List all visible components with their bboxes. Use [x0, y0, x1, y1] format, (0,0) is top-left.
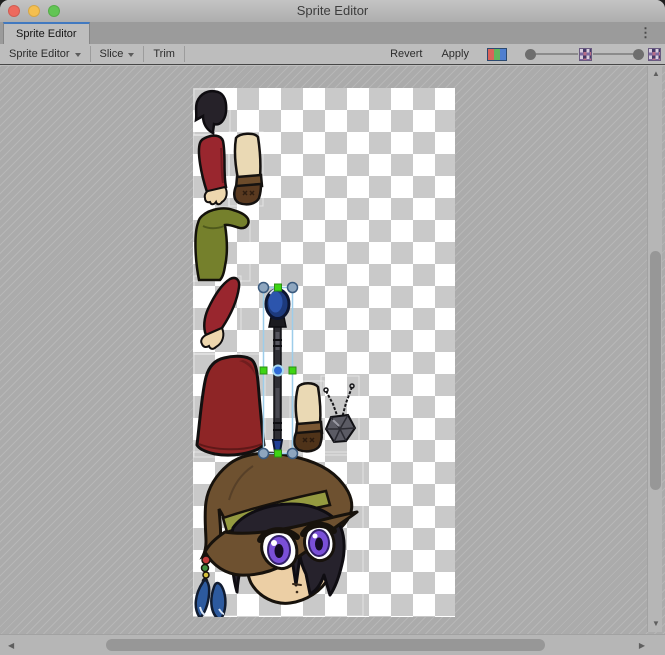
toolbar-right-group: Revert Apply	[380, 44, 665, 64]
chevron-down-icon	[75, 53, 81, 57]
mip-level-small-icon	[579, 48, 592, 61]
sprite-editor-mode-menu[interactable]: Sprite Editor	[0, 44, 90, 64]
sprite-boot-left[interactable]	[234, 134, 262, 205]
apply-label: Apply	[441, 48, 469, 60]
corner-resize-handle[interactable]	[288, 449, 298, 459]
rgb-channels-toggle-button[interactable]	[487, 48, 507, 61]
titlebar: Sprite Editor	[0, 0, 665, 22]
window-title: Sprite Editor	[0, 0, 665, 22]
scroll-down-icon[interactable]: ▼	[652, 620, 660, 628]
sprite-boot-right[interactable]	[294, 383, 322, 451]
texture-view[interactable]	[193, 88, 455, 617]
edge-resize-handle[interactable]	[289, 367, 296, 374]
sprite-skirt[interactable]	[197, 356, 264, 455]
slice-menu[interactable]: Slice	[91, 44, 144, 64]
revert-label: Revert	[390, 48, 422, 60]
sprite-editor-mode-label: Sprite Editor	[9, 48, 70, 60]
sprite-arm-sleeve-left[interactable]	[199, 136, 227, 205]
revert-button[interactable]: Revert	[381, 48, 431, 60]
sprite-amulet[interactable]	[324, 384, 355, 442]
mip-level-large-icon	[648, 48, 661, 61]
corner-resize-handle[interactable]	[259, 449, 269, 459]
overflow-menu-icon[interactable]: ⋮	[639, 24, 652, 42]
zoom-button-icon[interactable]	[48, 5, 60, 17]
sprite-editor-window: Sprite Editor Sprite Editor ⋮ Sprite Edi…	[0, 0, 665, 655]
vertical-scrollbar-thumb[interactable]	[650, 251, 661, 491]
scroll-up-icon[interactable]: ▲	[652, 70, 660, 78]
horizontal-scrollbar-thumb[interactable]	[106, 639, 546, 651]
mip-slider-track[interactable]	[593, 53, 633, 55]
tab-sprite-editor[interactable]: Sprite Editor	[3, 22, 90, 44]
zoom-and-mip-sliders	[525, 48, 662, 61]
sprite-arm-sleeve-right[interactable]	[201, 278, 239, 349]
horizontal-scrollbar[interactable]: ◀ ▶	[0, 634, 665, 655]
sprite-editor-canvas[interactable]: ▲ ▼ ◀ ▶	[0, 66, 665, 655]
vertical-scrollbar[interactable]: ▲ ▼	[647, 66, 662, 632]
zoom-slider-track[interactable]	[536, 53, 578, 55]
tab-label: Sprite Editor	[16, 28, 77, 40]
scroll-left-icon[interactable]: ◀	[8, 642, 14, 650]
pivot-handle[interactable]	[273, 366, 283, 376]
corner-resize-handle[interactable]	[259, 283, 269, 293]
scroll-right-icon[interactable]: ▶	[639, 642, 645, 650]
slice-label: Slice	[100, 48, 124, 60]
trim-button[interactable]: Trim	[144, 44, 184, 64]
right-eye	[303, 525, 334, 561]
apply-button[interactable]: Apply	[432, 48, 478, 60]
sprite-scarf[interactable]	[195, 208, 248, 280]
close-button-icon[interactable]	[8, 5, 20, 17]
sprite-hair-tuft[interactable]	[196, 91, 226, 133]
sprite-head[interactable]	[196, 453, 357, 617]
mip-slider-knob[interactable]	[633, 49, 644, 60]
edge-resize-handle[interactable]	[275, 450, 282, 457]
sprite-sheet	[193, 88, 455, 617]
separator	[184, 46, 185, 62]
traffic-lights	[8, 5, 60, 17]
toolbar: Sprite Editor Slice Trim Revert Apply	[0, 44, 665, 65]
edge-resize-handle[interactable]	[260, 367, 267, 374]
tab-strip: Sprite Editor ⋮	[0, 22, 665, 44]
edge-resize-handle[interactable]	[275, 284, 282, 291]
chevron-down-icon	[128, 53, 134, 57]
minimize-button-icon[interactable]	[28, 5, 40, 17]
corner-resize-handle[interactable]	[288, 283, 298, 293]
zoom-slider-knob[interactable]	[525, 49, 536, 60]
trim-label: Trim	[153, 48, 175, 60]
